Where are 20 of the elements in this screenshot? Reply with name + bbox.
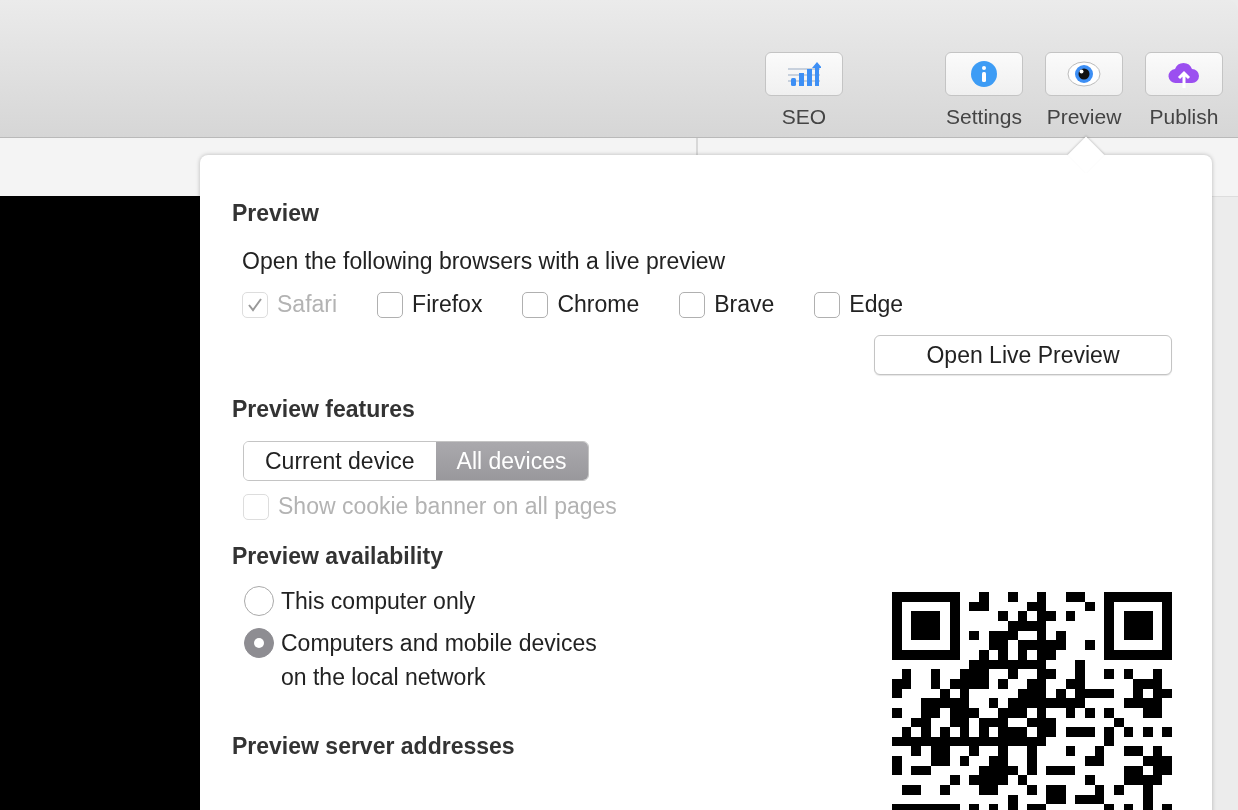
browser-checkbox[interactable]: Edge	[814, 291, 903, 318]
browser-checkbox[interactable]: Chrome	[522, 291, 640, 318]
intro-text: Open the following browsers with a live preview	[242, 247, 727, 275]
section-title: Preview server addresses	[232, 732, 516, 760]
eye-icon	[1067, 61, 1101, 87]
section-title: Preview availability	[232, 542, 444, 570]
browser-checkbox[interactable]: Brave	[679, 291, 775, 318]
section-title: Preview	[232, 199, 320, 227]
toolbar-label: Publish	[1149, 105, 1219, 129]
info-icon	[970, 60, 998, 88]
availability-radio[interactable]: This computer only	[244, 584, 626, 618]
toolbar-label: Preview	[1046, 105, 1122, 129]
open-live-preview-button[interactable]: Open Live Preview	[874, 335, 1172, 375]
availability-radio[interactable]: Computers and mobile devices on the local network	[244, 626, 626, 694]
browser-checkbox[interactable]: Firefox	[377, 291, 483, 318]
toolbar-label: Settings	[946, 105, 1022, 129]
toolbar-button[interactable]	[1045, 52, 1123, 96]
bar-chart-icon	[787, 61, 821, 87]
section-title: Preview features	[232, 395, 416, 423]
toolbar-label: SEO	[781, 105, 827, 129]
